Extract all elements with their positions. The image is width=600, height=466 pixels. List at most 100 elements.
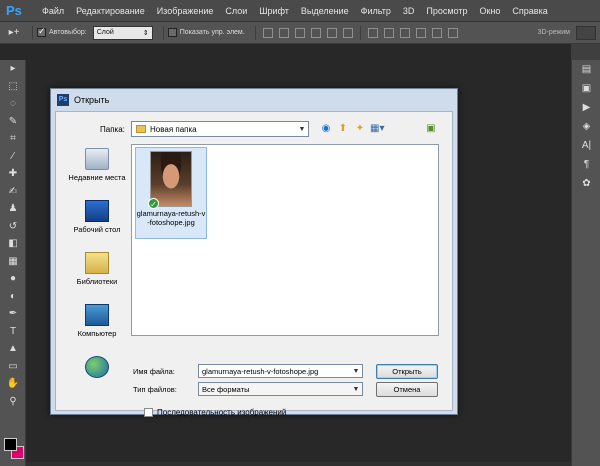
- menu-3d[interactable]: 3D: [397, 6, 421, 16]
- styles-panel-icon[interactable]: ✿: [572, 174, 600, 193]
- dialog-body: Папка: Новая папка ▼ ◉ ⬆ ✦ ▦▾ ▣ Недавние…: [55, 111, 453, 417]
- distribute-top-icon[interactable]: [367, 27, 378, 38]
- image-sequence-checkbox[interactable]: [144, 408, 153, 417]
- 3d-mode-label: 3D-режим: [537, 29, 570, 36]
- file-list[interactable]: ✓ glamurnaya-retush-v-fotoshope.jpg: [131, 144, 439, 336]
- menu-filter[interactable]: Фильтр: [355, 6, 397, 16]
- pen-tool-icon[interactable]: ✒: [0, 305, 26, 323]
- chevron-down-icon[interactable]: ▼: [350, 368, 362, 375]
- image-sequence-option[interactable]: Последовательность изображений: [144, 408, 286, 417]
- distribute-vcenter-icon[interactable]: [383, 27, 394, 38]
- dodge-tool-icon[interactable]: ◐: [0, 288, 26, 306]
- menu-type[interactable]: Шрифт: [253, 6, 295, 16]
- cancel-button[interactable]: Отмена: [376, 382, 438, 397]
- place-computer[interactable]: Компьютер: [64, 300, 130, 352]
- gradient-tool-icon[interactable]: ▦: [0, 253, 26, 271]
- align-bottom-icon[interactable]: [294, 27, 305, 38]
- show-transform-controls-checkbox[interactable]: [167, 28, 177, 37]
- place-network[interactable]: [64, 352, 130, 404]
- place-recent[interactable]: Недавние места: [64, 144, 130, 196]
- up-folder-icon[interactable]: ⬆: [336, 122, 350, 136]
- align-top-icon[interactable]: [262, 27, 273, 38]
- eyedropper-tool-icon[interactable]: ⁄: [0, 148, 26, 166]
- places-bar: Недавние места Рабочий стол Библиотеки К…: [64, 144, 130, 409]
- hand-tool-icon[interactable]: ✋: [0, 375, 26, 393]
- filetype-value: Все форматы: [202, 384, 250, 394]
- menu-window[interactable]: Окно: [473, 6, 506, 16]
- distribute-bottom-icon[interactable]: [399, 27, 410, 38]
- photoshop-logo-icon: Ps: [6, 2, 22, 18]
- extra-folder-icon[interactable]: ▣: [424, 122, 438, 136]
- filetype-label: Тип файлов:: [133, 385, 177, 394]
- move-tool-preset-icon[interactable]: ▸+: [0, 27, 28, 38]
- network-icon: [85, 356, 109, 378]
- healing-brush-tool-icon[interactable]: ✚: [0, 165, 26, 183]
- back-icon[interactable]: ◉: [319, 122, 333, 136]
- crop-tool-icon[interactable]: ⌗: [0, 130, 26, 148]
- open-button[interactable]: Открыть: [376, 364, 438, 379]
- marquee-tool-icon[interactable]: ⬚: [0, 78, 26, 96]
- separator: [359, 25, 361, 40]
- paragraph-panel-icon[interactable]: ¶: [572, 155, 600, 174]
- actions-panel-icon[interactable]: ▶: [572, 98, 600, 117]
- tools-panel: ▸ ⬚ ◌ ✎ ⌗ ⁄ ✚ ✍ ♟ ↺ ◧ ▦ ● ◐ ✒ T ▲ ▭ ✋ ⚲: [0, 60, 26, 466]
- filetype-dropdown[interactable]: Все форматы ▼: [198, 382, 363, 396]
- distribute-hcenter-icon[interactable]: [431, 27, 442, 38]
- menu-view[interactable]: Просмотр: [420, 6, 473, 16]
- brush-tool-icon[interactable]: ✍: [0, 183, 26, 201]
- path-selection-tool-icon[interactable]: ▲: [0, 340, 26, 358]
- align-hcenter-icon[interactable]: [326, 27, 337, 38]
- foreground-color-swatch[interactable]: [4, 438, 17, 451]
- distribute-left-icon[interactable]: [415, 27, 426, 38]
- menu-layers[interactable]: Слои: [219, 6, 253, 16]
- menu-help[interactable]: Справка: [506, 6, 553, 16]
- color-swatches[interactable]: [4, 438, 24, 460]
- chevron-down-icon: ⇕: [142, 29, 149, 37]
- menu-image[interactable]: Изображение: [151, 6, 220, 16]
- dialog-titlebar[interactable]: Ps Открыть: [51, 89, 457, 111]
- look-in-dropdown[interactable]: Новая папка ▼: [131, 121, 309, 137]
- menu-file[interactable]: Файл: [36, 6, 70, 16]
- align-left-icon[interactable]: [310, 27, 321, 38]
- character-panel-icon[interactable]: A|: [572, 136, 600, 155]
- place-label: Библиотеки: [76, 277, 118, 286]
- autoselect-checkbox[interactable]: [37, 26, 46, 37]
- open-dialog: Ps Открыть Папка: Новая папка ▼ ◉ ⬆ ✦ ▦▾…: [50, 88, 458, 417]
- libraries-icon: [85, 252, 109, 274]
- history-panel-icon[interactable]: ▤: [572, 60, 600, 79]
- quick-selection-tool-icon[interactable]: ✎: [0, 113, 26, 131]
- filename-label: Имя файла:: [133, 367, 175, 376]
- move-tool-icon[interactable]: ▸: [0, 60, 26, 78]
- align-vcenter-icon[interactable]: [278, 27, 289, 38]
- filename-input[interactable]: glamurnaya-retush-v-fotoshope.jpg ▼: [198, 364, 363, 378]
- type-tool-icon[interactable]: T: [0, 323, 26, 341]
- file-item[interactable]: ✓ glamurnaya-retush-v-fotoshope.jpg: [135, 147, 207, 239]
- image-sequence-label: Последовательность изображений: [157, 408, 287, 417]
- lasso-tool-icon[interactable]: ◌: [0, 95, 26, 113]
- align-right-icon[interactable]: [342, 27, 353, 38]
- history-brush-tool-icon[interactable]: ↺: [0, 218, 26, 236]
- separator: [254, 25, 256, 40]
- view-menu-icon[interactable]: ▦▾: [370, 122, 384, 136]
- photoshop-icon: Ps: [57, 94, 69, 106]
- zoom-tool-icon[interactable]: ⚲: [0, 393, 26, 411]
- layers-panel-icon[interactable]: ◈: [572, 117, 600, 136]
- blur-tool-icon[interactable]: ●: [0, 270, 26, 288]
- new-folder-icon[interactable]: ✦: [353, 122, 367, 136]
- autoselect-dropdown[interactable]: Слой ⇕: [92, 25, 153, 40]
- place-desktop[interactable]: Рабочий стол: [64, 196, 130, 248]
- menu-select[interactable]: Выделение: [295, 6, 355, 16]
- properties-panel-icon[interactable]: ▣: [572, 79, 600, 98]
- distribute-right-icon[interactable]: [447, 27, 458, 38]
- eraser-tool-icon[interactable]: ◧: [0, 235, 26, 253]
- workspace-switcher[interactable]: [576, 25, 596, 40]
- menu-edit[interactable]: Редактирование: [70, 6, 151, 16]
- separator: [32, 25, 33, 40]
- shape-tool-icon[interactable]: ▭: [0, 358, 26, 376]
- separator: [162, 25, 164, 40]
- clone-stamp-tool-icon[interactable]: ♟: [0, 200, 26, 218]
- desktop-icon: [85, 200, 109, 222]
- dialog-title: Открыть: [74, 95, 110, 105]
- menu-bar: Ps Файл Редактирование Изображение Слои …: [0, 0, 600, 22]
- place-libraries[interactable]: Библиотеки: [64, 248, 130, 300]
